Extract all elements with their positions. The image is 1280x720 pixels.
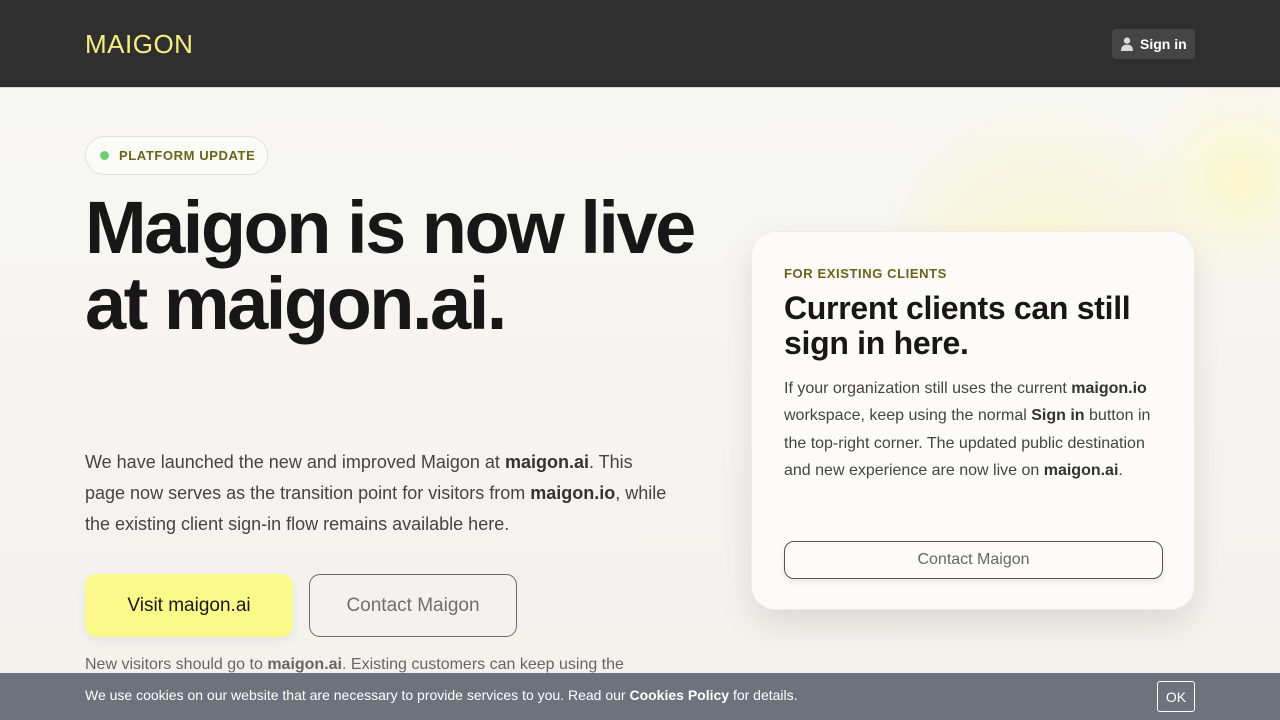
existing-clients-card: FOR EXISTING CLIENTS Current clients can… [751,231,1195,610]
card-eyebrow: FOR EXISTING CLIENTS [784,266,947,281]
card-title: Current clients can still sign in here. [784,290,1131,361]
contact-maigon-button[interactable]: Contact Maigon [309,574,517,637]
maigon-logo[interactable]: MAIGON [85,29,193,60]
sign-in-label: Sign in [1140,36,1187,52]
status-dot-icon [100,151,109,160]
card-body: If your organization still uses the curr… [784,375,1162,485]
card-body-sign-in: Sign in [1031,407,1085,425]
cookie-ok-button[interactable]: OK [1157,681,1195,712]
card-body-domain-new: maigon.ai [1043,462,1119,480]
sign-in-button[interactable]: Sign in [1112,29,1195,59]
cookies-policy-link[interactable]: Cookies Policy [629,687,729,703]
card-body-text-1: If your organization still uses the curr… [784,380,1072,397]
intro-domain-old: maigon.io [530,483,616,503]
cookie-banner: We use cookies on our website that are n… [0,673,1280,720]
platform-update-badge: PLATFORM UPDATE [85,136,268,175]
visitor-note-domain: maigon.ai [267,656,342,673]
intro-paragraph: We have launched the new and improved Ma… [85,447,675,540]
card-body-text-2: workspace, keep using the normal [784,407,1032,425]
visitor-note-text-1: New visitors should go to [85,656,268,673]
card-contact-maigon-button[interactable]: Contact Maigon [784,541,1163,579]
card-body-domain-old: maigon.io [1071,380,1147,397]
page-title: Maigon is now live at maigon.ai. [85,186,696,345]
user-icon [1121,37,1133,51]
cookie-text-1: We use cookies on our website that are n… [85,687,630,703]
cookie-text-2: for details. [729,687,798,703]
intro-domain-new: maigon.ai [504,452,589,472]
cookie-message: We use cookies on our website that are n… [85,687,798,703]
visit-maigon-ai-button[interactable]: Visit maigon.ai [85,574,293,637]
visitor-note-text-2: . Existing customers can keep using the [342,656,624,673]
badge-label: PLATFORM UPDATE [119,148,256,163]
intro-text-1: We have launched the new and improved Ma… [85,452,505,472]
card-body-text-4: . [1118,462,1123,480]
top-navigation-bar: MAIGON Sign in [0,0,1280,88]
visitor-note: New visitors should go to maigon.ai. Exi… [85,656,685,674]
